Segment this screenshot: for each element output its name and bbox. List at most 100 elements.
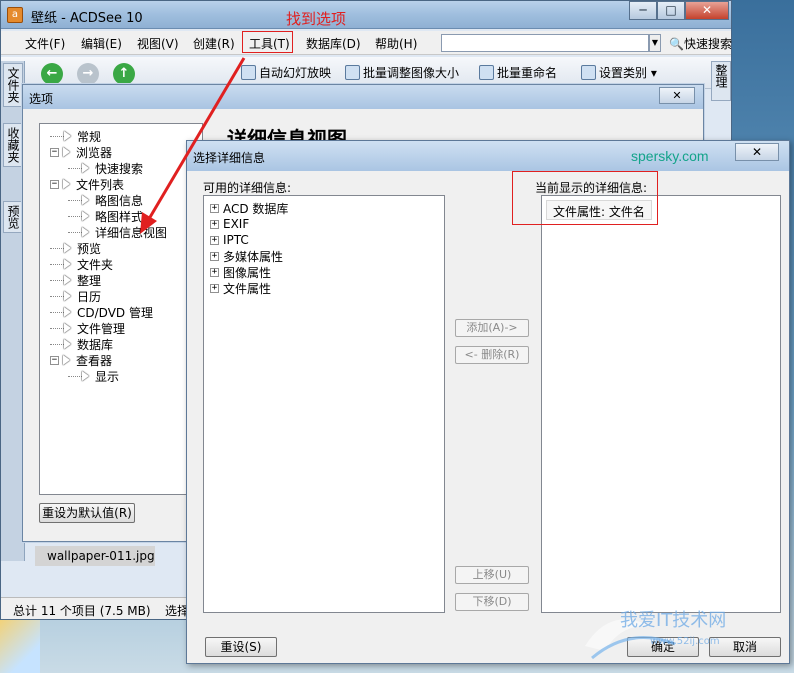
tree-item-preview[interactable]: 预览: [50, 240, 101, 256]
item-label: 图像属性: [223, 265, 272, 280]
tree-item-database[interactable]: 数据库: [50, 336, 113, 352]
expand-icon[interactable]: +: [210, 267, 219, 277]
tree-item-details-view[interactable]: 详细信息视图: [68, 224, 167, 240]
tree-line: [68, 231, 82, 233]
batch-resize-button[interactable]: 批量调整图像大小: [345, 64, 459, 81]
menu-help[interactable]: 帮助(H): [375, 35, 417, 52]
item-label: ACD 数据库: [223, 201, 289, 216]
tree-label: 数据库: [77, 337, 114, 352]
available-item-iptc[interactable]: + IPTC: [210, 232, 249, 248]
available-item-image-properties[interactable]: + 图像属性: [210, 264, 271, 280]
ok-button[interactable]: 确定: [627, 637, 699, 657]
tab-preview[interactable]: 预览: [3, 201, 23, 233]
available-details-label: 可用的详细信息:: [203, 181, 292, 195]
expand-icon[interactable]: +: [210, 283, 219, 293]
tree-item-folders[interactable]: 文件夹: [50, 256, 113, 272]
page-icon: [64, 259, 71, 269]
minimize-button[interactable]: ─: [629, 1, 657, 20]
options-tree: 常规 − 浏览器 快速搜索 − 文件列表 略图信息 略图样式 详细信息视图 预览 文…: [39, 123, 203, 495]
available-item-acd-database[interactable]: + ACD 数据库: [210, 200, 288, 216]
collapse-icon[interactable]: −: [50, 147, 59, 157]
tree-item-cd-dvd[interactable]: CD/DVD 管理: [50, 304, 153, 320]
tab-folders[interactable]: 文件夹: [3, 63, 23, 107]
page-icon: [64, 339, 71, 349]
quick-search-button[interactable]: 🔍快速搜索: [669, 35, 732, 52]
expand-icon[interactable]: +: [210, 219, 219, 229]
menu-file[interactable]: 文件(F): [25, 35, 65, 52]
available-item-multimedia[interactable]: + 多媒体属性: [210, 248, 283, 264]
tree-item-browser[interactable]: − 浏览器: [50, 144, 112, 160]
tree-item-thumbnail-info[interactable]: 略图信息: [68, 192, 143, 208]
batch-resize-icon: [345, 65, 360, 80]
forward-icon[interactable]: →: [77, 63, 99, 85]
annotation-find-options: 找到选项: [286, 10, 347, 28]
batch-rename-button[interactable]: 批量重命名: [479, 64, 557, 81]
tree-item-quick-search[interactable]: 快速搜索: [68, 160, 143, 176]
thumbnail-filename[interactable]: wallpaper-011.jpg: [35, 546, 155, 566]
page-icon: [63, 147, 70, 157]
menu-create[interactable]: 创建(R): [193, 35, 235, 52]
page-icon: [82, 163, 89, 173]
tree-label: 文件管理: [77, 321, 126, 336]
tree-line: [68, 375, 82, 377]
add-button[interactable]: 添加(A)->: [455, 319, 529, 337]
reset-button[interactable]: 重设(S): [205, 637, 277, 657]
slideshow-label: 自动幻灯放映: [259, 66, 332, 80]
set-category-button[interactable]: 设置类别 ▾: [581, 64, 657, 81]
highlight-tools-menu: [242, 31, 293, 53]
maximize-button[interactable]: □: [657, 1, 685, 20]
search-dropdown-icon[interactable]: ▼: [649, 34, 661, 52]
slideshow-button[interactable]: 自动幻灯放映: [241, 64, 331, 81]
cancel-button[interactable]: 取消: [709, 637, 781, 657]
tree-item-viewer[interactable]: − 查看器: [50, 352, 112, 368]
tree-label: 浏览器: [76, 145, 113, 160]
tree-label: 显示: [95, 369, 120, 384]
move-up-button[interactable]: 上移(U): [455, 566, 529, 584]
options-title-bar: 选项 ✕: [23, 85, 703, 109]
expand-icon[interactable]: +: [210, 235, 219, 245]
expand-icon[interactable]: +: [210, 203, 219, 213]
menu-edit[interactable]: 编辑(E): [81, 35, 122, 52]
tree-label: CD/DVD 管理: [77, 305, 153, 320]
up-icon[interactable]: ↑: [113, 63, 135, 85]
select-details-title-bar: 选择详细信息 spersky.com ✕: [187, 141, 789, 171]
item-label: IPTC: [223, 233, 249, 247]
tree-item-thumbnail-style[interactable]: 略图样式: [68, 208, 143, 224]
tree-item-file-list[interactable]: − 文件列表: [50, 176, 124, 192]
tree-item-organize[interactable]: 整理: [50, 272, 101, 288]
tree-item-display[interactable]: 显示: [68, 368, 119, 384]
page-icon: [64, 131, 71, 141]
move-down-button[interactable]: 下移(D): [455, 593, 529, 611]
tree-item-file-management[interactable]: 文件管理: [50, 320, 125, 336]
reset-default-button[interactable]: 重设为默认值(R): [39, 503, 135, 523]
category-icon: [581, 65, 596, 80]
current-details-list[interactable]: 文件属性: 文件名: [541, 195, 781, 613]
remove-button[interactable]: <- 删除(R): [455, 346, 529, 364]
collapse-icon[interactable]: −: [50, 179, 59, 189]
tree-label: 略图样式: [95, 209, 144, 224]
select-details-title: 选择详细信息: [193, 151, 266, 165]
options-close-button[interactable]: ✕: [659, 87, 695, 104]
highlight-current-details: [512, 171, 658, 225]
expand-icon[interactable]: +: [210, 251, 219, 261]
tab-favorites[interactable]: 收藏夹: [3, 123, 23, 167]
back-icon[interactable]: ←: [41, 63, 63, 85]
tree-item-calendar[interactable]: 日历: [50, 288, 101, 304]
tree-item-general[interactable]: 常规: [50, 128, 101, 144]
page-icon: [64, 323, 71, 333]
site-watermark: spersky.com: [631, 148, 709, 164]
close-button[interactable]: ✕: [685, 1, 729, 20]
menu-view[interactable]: 视图(V): [137, 35, 179, 52]
collapse-icon[interactable]: −: [50, 355, 59, 365]
select-details-close-button[interactable]: ✕: [735, 143, 779, 161]
menu-database[interactable]: 数据库(D): [306, 35, 361, 52]
tab-organize[interactable]: 整理: [711, 61, 731, 101]
options-title: 选项: [29, 92, 54, 106]
batch-rename-label: 批量重命名: [497, 66, 558, 80]
tree-line: [50, 327, 64, 329]
available-item-exif[interactable]: + EXIF: [210, 216, 249, 232]
search-input[interactable]: [441, 34, 649, 52]
tree-label: 整理: [77, 273, 102, 288]
available-details-list[interactable]: + ACD 数据库 + EXIF + IPTC + 多媒体属性 + 图像属性 + 文件属性: [203, 195, 445, 613]
available-item-file-properties[interactable]: + 文件属性: [210, 280, 271, 296]
